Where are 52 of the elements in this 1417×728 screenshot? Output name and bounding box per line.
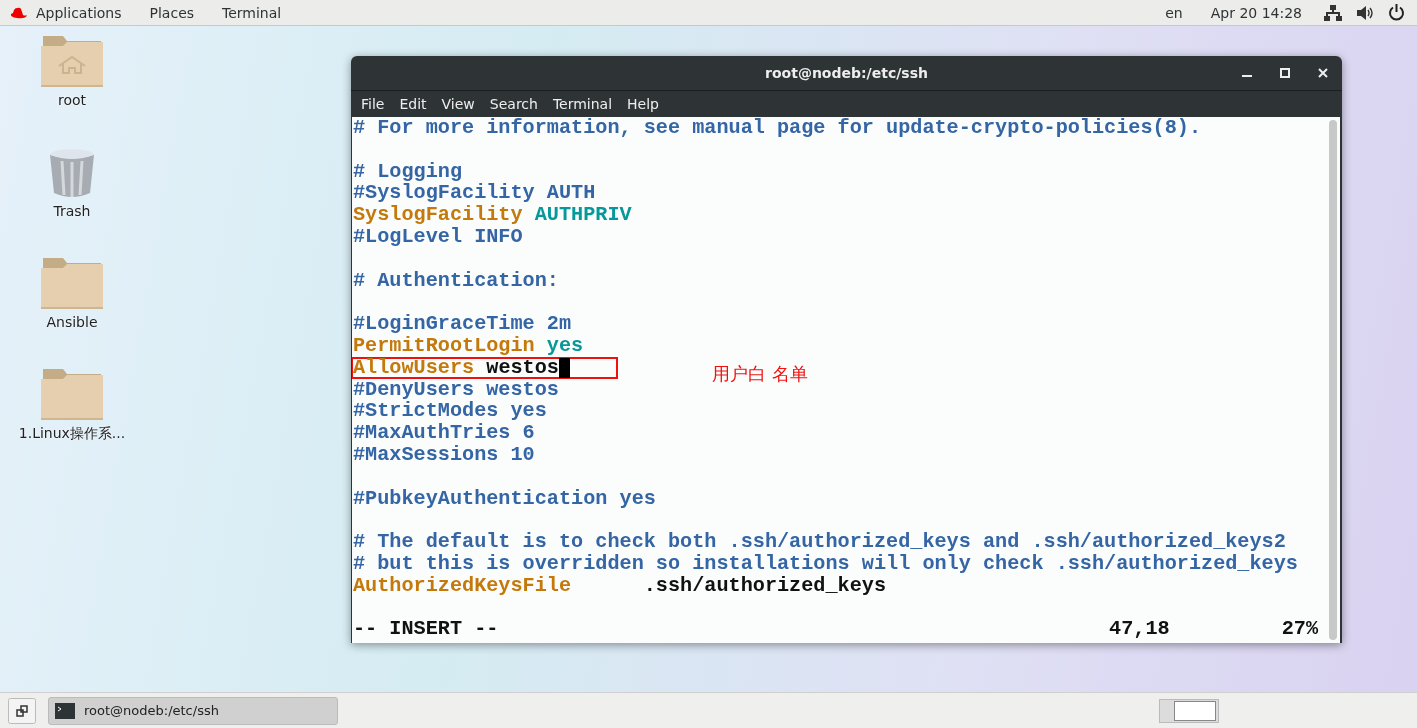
network-icon[interactable]: [1324, 4, 1342, 21]
code-text: #LoginGraceTime 2m: [353, 313, 572, 335]
menu-item[interactable]: Terminal: [552, 96, 613, 112]
power-icon[interactable]: [1388, 4, 1405, 21]
annotation-text: 用户白 名单: [712, 362, 808, 386]
show-desktop-icon[interactable]: [8, 697, 36, 724]
code-text: PermitRootLogin: [353, 334, 535, 357]
top-menu[interactable]: Places: [149, 4, 195, 21]
desktop-icon-label[interactable]: 1.Linux操作系...: [18, 425, 126, 443]
menu-item[interactable]: Edit: [399, 96, 427, 112]
code-text: #DenyUsers westos: [353, 378, 559, 401]
code-text: #LogLevel INFO: [353, 226, 523, 248]
code-text: # For more information, see manual page for update-crypto-policies(8).: [353, 117, 1201, 139]
terminal-icon: [55, 702, 75, 719]
close-icon[interactable]: [1318, 68, 1328, 78]
menu-item[interactable]: File: [361, 96, 385, 112]
code-text: westos: [485, 358, 559, 377]
mode-indicator: -- INSERT --: [353, 618, 499, 641]
code-text: AuthorizedKeysFile: [353, 574, 572, 597]
maximize-icon[interactable]: [1280, 68, 1290, 78]
code-text: AllowUsers: [353, 358, 475, 377]
desktop-icon-label[interactable]: Trash: [53, 203, 91, 219]
clock[interactable]: Apr 20 14:28: [1210, 4, 1302, 21]
code-text: AUTHPRIV: [533, 204, 632, 226]
code-text: # Logging: [353, 160, 463, 183]
language-indicator[interactable]: en: [1165, 4, 1183, 21]
menu-item[interactable]: View: [441, 96, 475, 112]
code-text: yes: [545, 334, 584, 357]
desktop-icon-label[interactable]: Ansible: [46, 314, 98, 330]
top-menu[interactable]: Applications: [36, 4, 122, 21]
code-text: #MaxSessions 10: [353, 443, 535, 466]
code-text: # The default is to check both .ssh/authorized_keys and .ssh/authorized_keys2: [353, 531, 1286, 553]
code-text: #PubkeyAuthentication yes: [353, 487, 656, 510]
code-text: SyslogFacility: [353, 204, 523, 226]
volume-icon[interactable]: [1356, 4, 1374, 21]
code-text: # but this is overridden so installations will only check .ssh/authorized_keys: [353, 552, 1298, 575]
desktop-icon-label[interactable]: root: [57, 92, 87, 108]
code-text: #MaxAuthTries 6: [353, 422, 535, 444]
window-title: root@nodeb:/etc/ssh: [765, 65, 928, 81]
code-text: #StrictModes yes: [353, 400, 547, 423]
code-text: # Authentication:: [353, 269, 559, 292]
code-text: .ssh/authorized_keys: [642, 574, 887, 597]
code-text: #SyslogFacility AUTH: [353, 182, 596, 205]
cursor-position: 47,18: [1109, 618, 1170, 641]
scroll-percent: 27%: [1281, 618, 1318, 641]
top-menu[interactable]: Terminal: [222, 4, 282, 21]
menu-item[interactable]: Help: [627, 96, 659, 112]
workspace-switcher[interactable]: [1159, 698, 1219, 723]
hat-icon: [9, 5, 29, 20]
menu-item[interactable]: Search: [489, 96, 538, 112]
taskbar-window-button[interactable]: root@nodeb:/etc/ssh: [48, 696, 338, 725]
scrollbar[interactable]: [1329, 120, 1337, 640]
